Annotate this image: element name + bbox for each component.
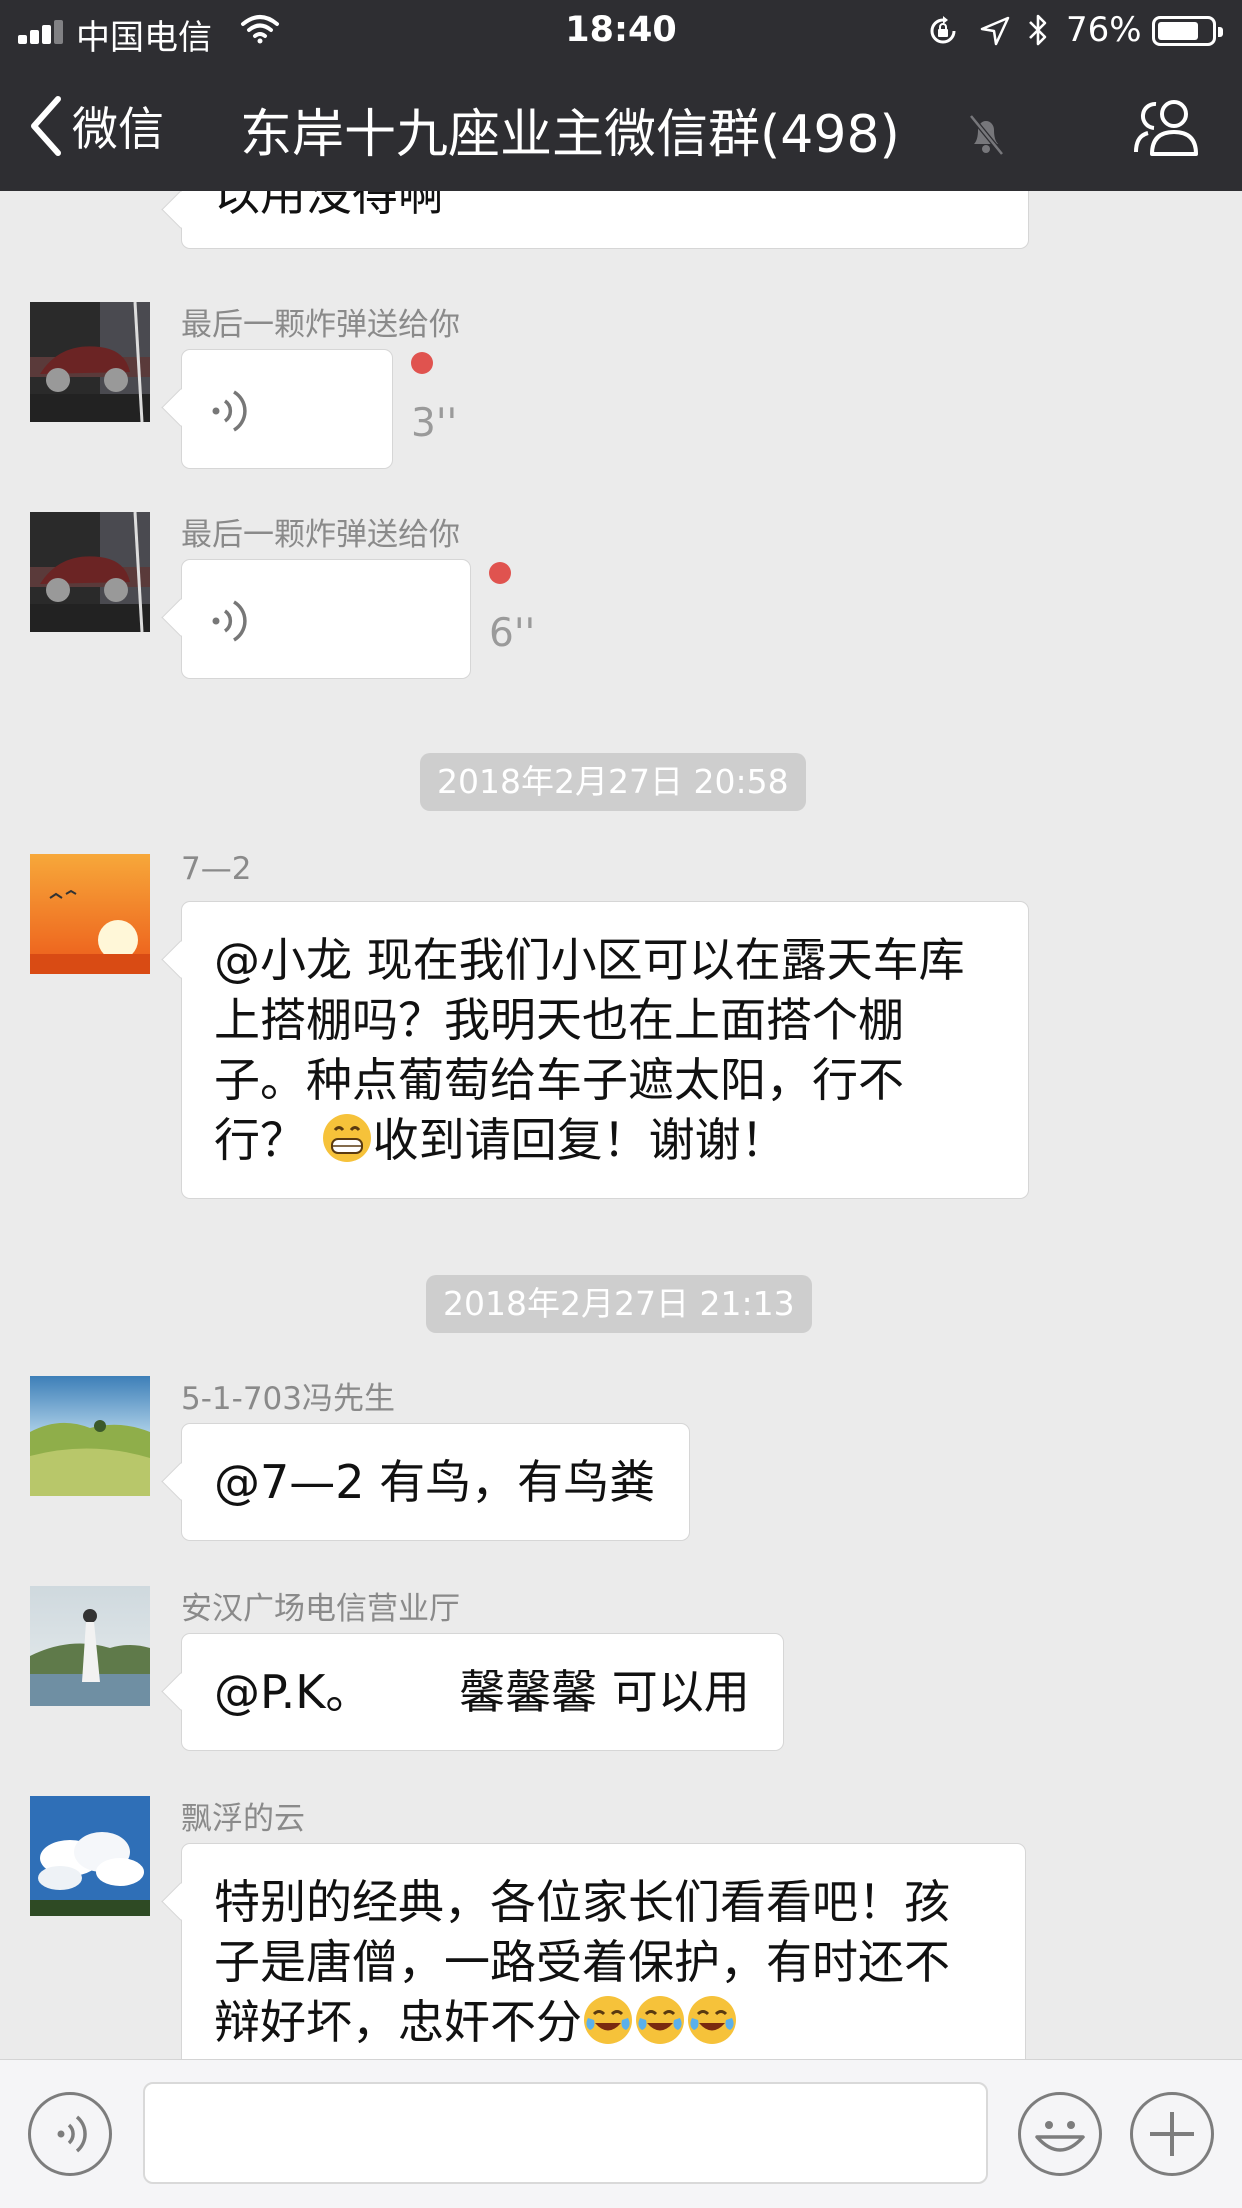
voice-message[interactable] [181, 349, 393, 469]
rotation-lock-icon [930, 16, 956, 44]
message-text: 子。种点葡萄给车子遮太阳，行不 [214, 1053, 904, 1107]
chevron-left-icon [31, 96, 61, 156]
message-bubble[interactable]: @P.K。 馨馨馨 可以用 [181, 1633, 784, 1751]
battery-percent: 76% [1066, 10, 1142, 50]
message-text: 子是唐僧，一路受着保护，有时还不 [214, 1935, 950, 1989]
avatar[interactable] [30, 1376, 150, 1496]
back-label: 微信 [72, 102, 164, 156]
message-bubble[interactable]: @小龙 现在我们小区可以在露天车库 上搭棚吗？我明天也在上面搭个棚 子。种点葡萄… [181, 901, 1029, 1199]
bluetooth-icon [1029, 14, 1047, 46]
avatar[interactable] [30, 302, 150, 422]
voice-duration: 3'' [411, 401, 458, 446]
message-text: 特别的经典，各位家长们看看吧！孩 [214, 1875, 950, 1929]
chat-title: 东岸十九座业主微信群(498) [240, 105, 900, 165]
crying-laughing-emoji-icon [636, 1996, 684, 2044]
clock: 18:40 [565, 10, 677, 50]
message-bubble[interactable]: 以用没得啊 [181, 191, 1029, 249]
message-input[interactable] [143, 2082, 988, 2184]
message-text: 上搭棚吗？我明天也在上面搭个棚 [214, 993, 904, 1047]
unread-dot [411, 352, 433, 374]
battery-level [1158, 22, 1198, 40]
timestamp: 2018年2月27日 20:58 [420, 753, 806, 811]
voice-message[interactable] [181, 559, 471, 679]
message-text: @小龙 现在我们小区可以在露天车库 [214, 933, 965, 987]
avatar[interactable] [30, 854, 150, 974]
timestamp: 2018年2月27日 21:13 [426, 1275, 812, 1333]
sender-name: 7—2 [181, 851, 252, 887]
message-text: 辩好坏，忠奸不分 [214, 1995, 582, 2049]
voice-wave-icon [212, 390, 247, 432]
sender-name: 最后一颗炸弹送给你 [181, 517, 460, 553]
more-button[interactable] [1130, 2092, 1214, 2176]
voice-toggle-icon [57, 2115, 87, 2153]
crying-laughing-emoji-icon [584, 1996, 632, 2044]
message-bubble[interactable]: 特别的经典，各位家长们看看吧！孩 子是唐僧，一路受着保护，有时还不 辩好坏，忠奸… [181, 1843, 1026, 2059]
avatar[interactable] [30, 1796, 150, 1916]
avatar[interactable] [30, 1586, 150, 1706]
message-bubble[interactable]: @7—2 有鸟，有鸟粪 [181, 1423, 690, 1541]
location-arrow-icon [980, 16, 1010, 46]
sender-name: 安汉广场电信营业厅 [181, 1591, 460, 1627]
sender-name: 最后一颗炸弹送给你 [181, 307, 460, 343]
people-icon[interactable] [1130, 96, 1202, 158]
message-text: 以用没得啊 [214, 191, 444, 221]
voice-duration: 6'' [489, 611, 536, 656]
message-line: 辩好坏，忠奸不分 [214, 1992, 993, 2052]
plus-icon [1150, 2112, 1194, 2156]
voice-wave-icon [212, 600, 247, 642]
smiley-icon [1035, 2121, 1085, 2152]
back-button[interactable]: 微信 [28, 94, 164, 158]
top-bar: 中国电信 18:40 76% 微信 东岸十九座业主微信群(498) [0, 0, 1242, 191]
unread-dot [489, 562, 511, 584]
emoji-button[interactable] [1018, 2092, 1102, 2176]
avatar[interactable] [30, 512, 150, 632]
message-text: @P.K。 馨馨馨 可以用 [214, 1665, 750, 1719]
message-text: @7—2 有鸟，有鸟粪 [214, 1455, 656, 1509]
message-line: 行？ 收到请回复！谢谢！ [214, 1110, 996, 1170]
grinning-emoji-icon [322, 1114, 371, 1162]
message-text: 收到请回复！谢谢！ [372, 1113, 787, 1167]
sender-name: 5-1-703冯先生 [181, 1381, 395, 1417]
sender-name: 飘浮的云 [181, 1801, 305, 1837]
bell-muted-icon [969, 114, 1004, 156]
voice-toggle-button[interactable] [28, 2092, 112, 2176]
message-text: 行？ [214, 1113, 306, 1167]
input-bar [0, 2059, 1242, 2208]
nav-bar: 微信 东岸十九座业主微信群(498) [0, 62, 1242, 191]
battery-icon [1152, 16, 1223, 46]
crying-laughing-emoji-icon [688, 1996, 736, 2044]
chat-area[interactable]: 以用没得啊 最后一颗炸弹送给你 3'' 最后一颗炸弹送给你 6'' 2018年2… [0, 191, 1242, 2059]
status-bar: 中国电信 18:40 76% [0, 0, 1242, 62]
